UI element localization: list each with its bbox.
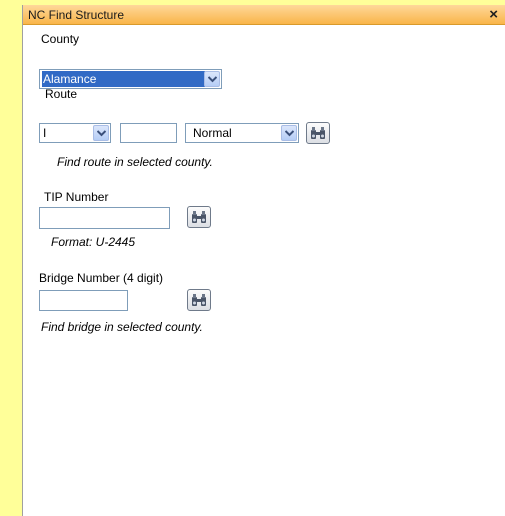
- route-type-value: I: [43, 126, 47, 140]
- county-selected-value: Alamance: [42, 71, 205, 87]
- bridge-number-input[interactable]: [39, 290, 128, 311]
- tip-label: TIP Number: [44, 190, 109, 204]
- chevron-down-icon[interactable]: [93, 125, 109, 141]
- route-label: Route: [45, 87, 78, 101]
- route-number-input[interactable]: [120, 123, 177, 143]
- route-search-button[interactable]: [306, 122, 330, 144]
- bridge-label: Bridge Number (4 digit): [39, 271, 164, 285]
- chevron-down-icon[interactable]: [204, 71, 220, 87]
- county-select[interactable]: Alamance: [39, 69, 222, 89]
- binoculars-icon: [311, 127, 325, 139]
- tip-number-input[interactable]: [39, 207, 170, 229]
- binoculars-icon: [192, 294, 206, 306]
- binoculars-icon: [192, 211, 206, 223]
- tip-search-button[interactable]: [187, 206, 211, 228]
- route-type-select[interactable]: I: [39, 123, 111, 143]
- bridge-search-button[interactable]: [187, 289, 211, 311]
- window-title: NC Find Structure: [28, 8, 125, 22]
- find-structure-panel: NC Find Structure × County Alamance Rout…: [22, 5, 505, 516]
- route-modifier-select[interactable]: Normal: [185, 123, 299, 143]
- tip-format-hint: Format: U-2445: [51, 235, 136, 249]
- route-modifier-value: Normal: [193, 126, 232, 140]
- chevron-down-icon[interactable]: [281, 125, 297, 141]
- close-button[interactable]: ×: [489, 5, 498, 25]
- county-label: County: [41, 32, 80, 46]
- title-bar: NC Find Structure ×: [23, 5, 505, 25]
- bridge-hint: Find bridge in selected county.: [41, 320, 203, 334]
- route-hint: Find route in selected county.: [57, 155, 213, 169]
